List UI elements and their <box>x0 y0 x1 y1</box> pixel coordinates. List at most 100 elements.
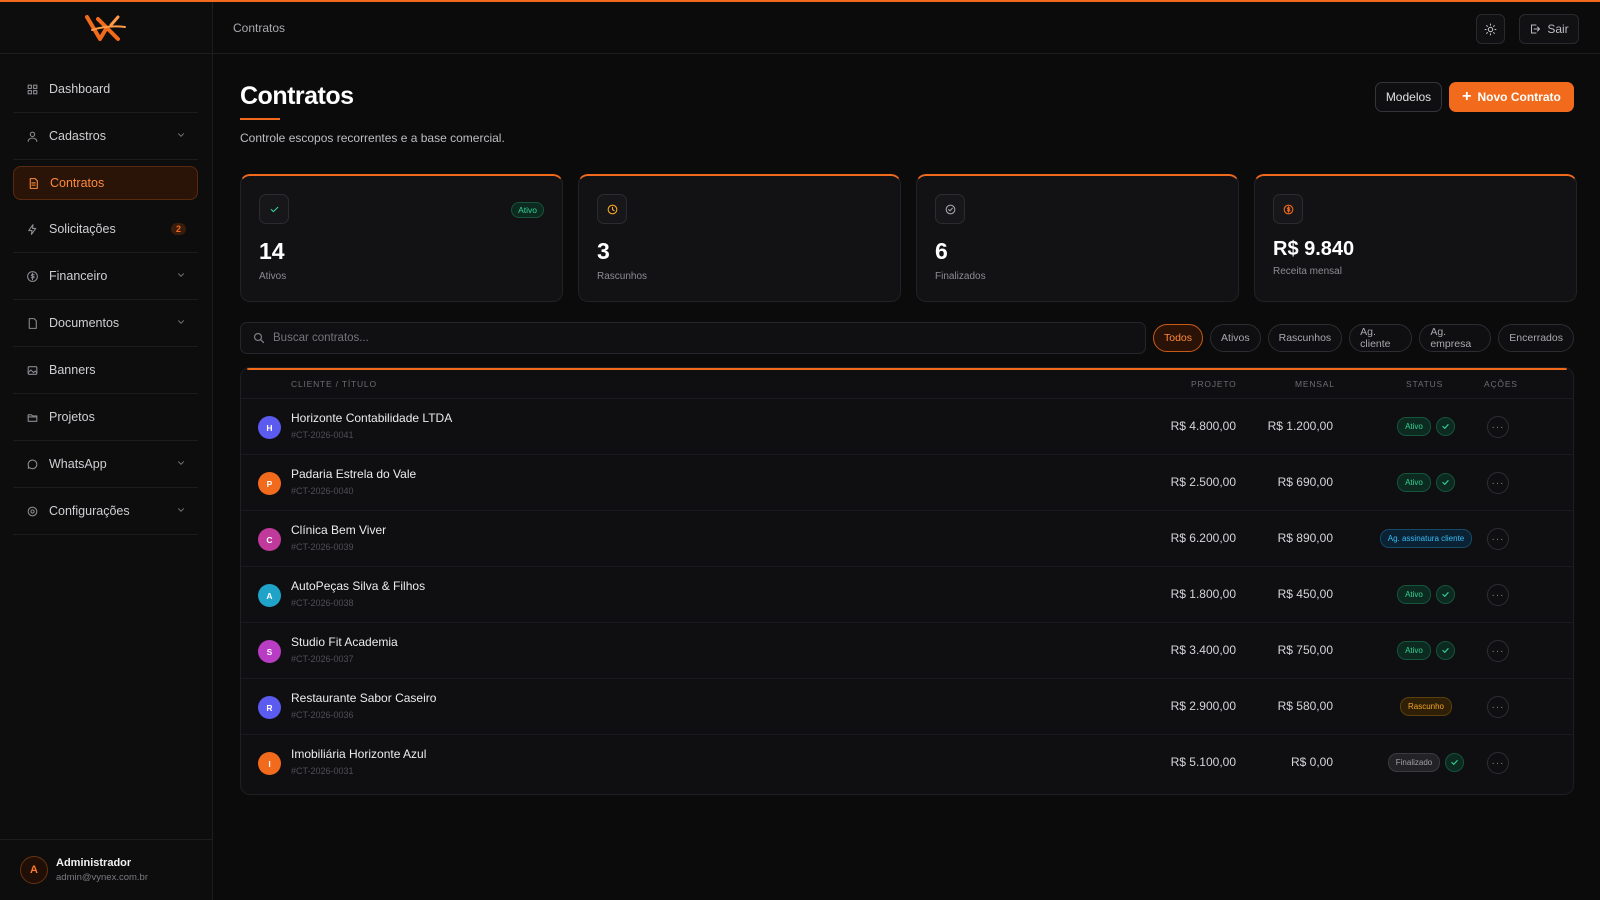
breadcrumb: Contratos <box>233 20 286 35</box>
sidebar-item-documentos[interactable]: Documentos <box>13 300 198 347</box>
file-icon <box>29 177 38 189</box>
row-actions-button[interactable]: ··· <box>1487 752 1509 774</box>
sidebar-item-financeiro[interactable]: Financeiro <box>13 253 198 300</box>
column-client: CLIENTE / TÍTULO <box>291 379 377 389</box>
avatar: A <box>20 856 48 884</box>
row-actions-button[interactable]: ··· <box>1487 640 1509 662</box>
filter-chip-ag-empresa[interactable]: Ag. empresa <box>1419 324 1492 352</box>
row-actions-button[interactable]: ··· <box>1487 416 1509 438</box>
stat-card-ativos: Ativo 14 Ativos <box>240 174 563 302</box>
search-bar[interactable] <box>240 322 1146 354</box>
row-actions-button[interactable]: ··· <box>1487 584 1509 606</box>
title-underline <box>240 118 280 120</box>
stat-value: 14 <box>259 238 285 264</box>
monthly-value: R$ 1.200,00 <box>1267 419 1333 433</box>
table-row[interactable]: R Restaurante Sabor Caseiro #CT-2026-003… <box>241 679 1573 735</box>
sidebar-item-label: Configurações <box>49 504 130 518</box>
client-name: Studio Fit Academia <box>291 635 398 649</box>
filter-chip-ag-cliente[interactable]: Ag. cliente <box>1349 324 1413 352</box>
stat-value: 6 <box>935 238 948 264</box>
new-contract-button[interactable]: + Novo Contrato <box>1449 82 1574 112</box>
filter-chip-ativos[interactable]: Ativos <box>1210 324 1261 352</box>
contract-code: #CT-2026-0039 <box>291 542 354 552</box>
client-name: Horizonte Contabilidade LTDA <box>291 411 453 425</box>
client-avatar: C <box>258 528 281 551</box>
stat-icon <box>935 194 965 224</box>
sidebar-item-whatsapp[interactable]: WhatsApp <box>13 441 198 488</box>
brand-logo[interactable] <box>0 2 212 54</box>
row-actions-button[interactable]: ··· <box>1487 528 1509 550</box>
sidebar-item-banners[interactable]: Banners <box>13 347 198 394</box>
monthly-value: R$ 0,00 <box>1290 755 1333 769</box>
user-name: Administrador <box>56 857 132 869</box>
theme-toggle-button[interactable] <box>1476 14 1505 44</box>
plus-icon: + <box>1462 88 1472 105</box>
clock-icon <box>607 204 617 214</box>
check-icon <box>1435 585 1455 604</box>
check-icon <box>1435 417 1455 436</box>
modelos-button[interactable]: Modelos <box>1375 82 1442 112</box>
status-badge: Ativo <box>1397 473 1431 492</box>
check-icon <box>1435 473 1455 492</box>
sidebar-item-label: Projetos <box>49 410 95 424</box>
table-row[interactable]: H Horizonte Contabilidade LTDA #CT-2026-… <box>241 399 1573 455</box>
contracts-table: CLIENTE / TÍTULO PROJETO MENSAL STATUS A… <box>240 367 1574 795</box>
sidebar-item-solicitacoes[interactable]: Solicitações 2 <box>13 206 198 253</box>
stat-card-finalizados: 6 Finalizados <box>916 174 1239 302</box>
project-value: R$ 2.500,00 <box>1170 475 1236 489</box>
table-row[interactable]: I Imobiliária Horizonte Azul #CT-2026-00… <box>241 735 1573 791</box>
filter-chip-rascunhos[interactable]: Rascunhos <box>1267 324 1343 352</box>
project-value: R$ 4.800,00 <box>1170 419 1236 433</box>
client-avatar: S <box>258 640 281 663</box>
search-icon <box>253 332 265 344</box>
sidebar-item-cadastros[interactable]: Cadastros <box>13 113 198 160</box>
table-row[interactable]: A AutoPeças Silva & Filhos #CT-2026-0038… <box>241 567 1573 623</box>
logout-icon <box>1531 24 1541 34</box>
column-actions: AÇÕES <box>1484 379 1518 389</box>
filter-chip-encerrados[interactable]: Encerrados <box>1498 324 1574 352</box>
sidebar-item-projetos[interactable]: Projetos <box>13 394 198 441</box>
user-profile[interactable]: A Administrador admin@vynex.com.br <box>0 839 212 900</box>
chat-icon <box>27 459 37 469</box>
chevron-down-icon <box>176 458 186 471</box>
monthly-value: R$ 890,00 <box>1277 531 1333 545</box>
chat-icon-wrap <box>25 457 39 471</box>
table-row[interactable]: C Clínica Bem Viver #CT-2026-0039 R$ 6.2… <box>241 511 1573 567</box>
logout-button[interactable]: Sair <box>1519 14 1579 44</box>
check-icon <box>270 206 278 212</box>
client-avatar: A <box>258 584 281 607</box>
search-input[interactable] <box>273 332 1073 344</box>
stat-label: Rascunhos <box>597 271 648 282</box>
contract-code: #CT-2026-0031 <box>291 766 354 776</box>
sidebar-item-label: Banners <box>49 363 96 377</box>
column-monthly: MENSAL <box>1295 379 1335 389</box>
project-value: R$ 3.400,00 <box>1170 643 1236 657</box>
user-email: admin@vynex.com.br <box>56 872 149 883</box>
table-row[interactable]: S Studio Fit Academia #CT-2026-0037 R$ 3… <box>241 623 1573 679</box>
more-icon: ··· <box>1491 645 1505 657</box>
sidebar-item-configuracoes[interactable]: Configurações <box>13 488 198 535</box>
status-cell: Finalizado <box>1341 753 1511 772</box>
filter-chip-todos[interactable]: Todos <box>1153 324 1204 352</box>
vynex-logo-icon <box>85 14 126 41</box>
stat-value: R$ 9.840 <box>1273 238 1355 260</box>
check-icon <box>1435 641 1455 660</box>
sidebar-item-contratos[interactable]: Contratos <box>13 166 198 200</box>
sidebar-item-label: Cadastros <box>49 129 106 143</box>
row-actions-button[interactable]: ··· <box>1487 472 1509 494</box>
stat-icon <box>597 194 627 224</box>
status-cell: Ativo <box>1341 473 1511 492</box>
stat-card-rascunhos: 3 Rascunhos <box>578 174 901 302</box>
sidebar-item-label: Financeiro <box>49 269 108 283</box>
dollar-icon <box>26 270 38 282</box>
file-icon-wrap <box>26 176 40 190</box>
table-body: H Horizonte Contabilidade LTDA #CT-2026-… <box>241 399 1573 791</box>
table-row[interactable]: P Padaria Estrela do Vale #CT-2026-0040 … <box>241 455 1573 511</box>
bolt-icon-wrap <box>25 222 39 236</box>
sidebar-nav: Dashboard Cadastros Contratos Solicitaçõ… <box>0 54 212 535</box>
project-value: R$ 6.200,00 <box>1170 531 1236 545</box>
row-actions-button[interactable]: ··· <box>1487 696 1509 718</box>
sidebar-item-dashboard[interactable]: Dashboard <box>13 66 198 113</box>
status-cell: Ag. assinatura cliente <box>1341 529 1511 548</box>
client-name: Padaria Estrela do Vale <box>291 467 417 481</box>
